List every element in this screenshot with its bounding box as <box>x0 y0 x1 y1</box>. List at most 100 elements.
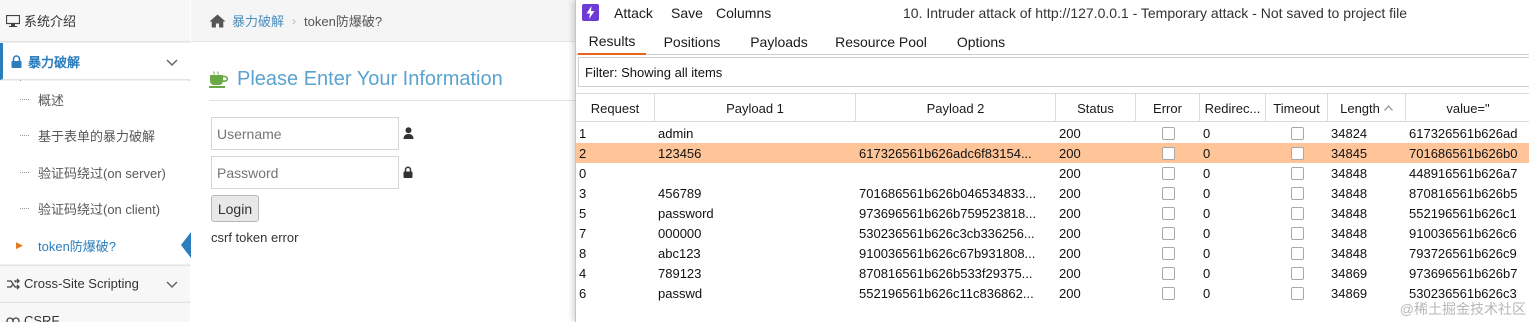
cell-value: 973696561b626b7 <box>1409 265 1518 281</box>
error-checkbox[interactable] <box>1161 146 1175 160</box>
chevron-down-icon <box>166 55 178 70</box>
menu-save[interactable]: Save <box>671 5 703 21</box>
cell-timeout[interactable] <box>1266 143 1328 163</box>
tab-resource-pool[interactable]: Resource Pool <box>828 28 934 55</box>
sidebar-subitem-form-bruteforce[interactable]: 基于表单的暴力破解 <box>0 117 190 154</box>
table-row[interactable]: 3 456789 701686561b626b046534833... 200 0 348… <box>576 183 1529 203</box>
cell-length: 34848 <box>1331 165 1368 181</box>
error-checkbox[interactable] <box>1161 206 1175 220</box>
sidebar-subitem-overview[interactable]: 概述 <box>0 81 190 118</box>
burp-logo-icon <box>582 4 599 21</box>
sidebar-subitem-token[interactable]: ▶ token防爆破? <box>0 227 191 264</box>
lock-icon <box>403 166 413 178</box>
tab-positions[interactable]: Positions <box>654 28 730 55</box>
cell-error[interactable] <box>1136 143 1200 163</box>
cell-error[interactable] <box>1136 243 1200 263</box>
column-header-value[interactable]: value=" <box>1406 94 1529 122</box>
cell-error[interactable] <box>1136 123 1200 143</box>
timeout-checkbox[interactable] <box>1290 146 1304 160</box>
sidebar-item-xss[interactable]: Cross-Site Scripting <box>0 265 190 301</box>
column-header-request[interactable]: Request <box>576 94 655 122</box>
tab-payloads[interactable]: Payloads <box>742 28 816 55</box>
error-checkbox[interactable] <box>1161 246 1175 260</box>
cell-timeout[interactable] <box>1266 243 1328 263</box>
timeout-checkbox[interactable] <box>1290 206 1304 220</box>
cell-redirect: 0 <box>1203 285 1211 301</box>
cell-length: 34848 <box>1331 185 1368 201</box>
timeout-checkbox[interactable] <box>1290 266 1304 280</box>
timeout-checkbox[interactable] <box>1290 246 1304 260</box>
error-checkbox[interactable] <box>1161 286 1175 300</box>
table-row[interactable]: 8 abc123 910036561b626c67b931808... 200 0 348… <box>576 243 1529 263</box>
cell-error[interactable] <box>1136 183 1200 203</box>
timeout-checkbox[interactable] <box>1290 186 1304 200</box>
breadcrumb-link[interactable]: 暴力破解 <box>232 11 284 30</box>
home-icon[interactable] <box>209 14 226 28</box>
sidebar-item-csrf-label: CSRF <box>24 313 60 322</box>
column-header-payload1[interactable]: Payload 1 <box>655 94 856 122</box>
cell-timeout[interactable] <box>1266 263 1328 283</box>
column-header-redirect[interactable]: Redirec... <box>1200 94 1266 122</box>
sidebar-subitem-captcha-server[interactable]: 验证码绕过(on server) <box>0 154 190 191</box>
cell-payload1: 000000 <box>658 225 702 241</box>
tab-results[interactable]: Results <box>578 28 646 55</box>
tab-options[interactable]: Options <box>948 28 1014 55</box>
cell-length: 34848 <box>1331 225 1368 241</box>
menu-columns[interactable]: Columns <box>716 5 771 21</box>
cell-timeout[interactable] <box>1266 123 1328 143</box>
table-row[interactable]: 2 123456 617326561b626adc6f83154... 200 0 348… <box>576 143 1529 163</box>
cell-redirect: 0 <box>1203 245 1211 261</box>
sidebar-subitem-label: token防爆破? <box>38 239 117 254</box>
menu-attack[interactable]: Attack <box>614 5 653 21</box>
cell-timeout[interactable] <box>1266 183 1328 203</box>
cell-timeout[interactable] <box>1266 283 1328 303</box>
column-header-status[interactable]: Status <box>1056 94 1136 122</box>
table-row[interactable]: 6 passwd 552196561b626c11c836862... 200 0 348… <box>576 283 1529 303</box>
username-input[interactable] <box>211 117 399 150</box>
cell-timeout[interactable] <box>1266 223 1328 243</box>
cell-error[interactable] <box>1136 163 1200 183</box>
table-row[interactable]: 4 789123 870816561b626b533f29375... 200 0 348… <box>576 263 1529 283</box>
column-header-timeout[interactable]: Timeout <box>1266 94 1328 122</box>
error-checkbox[interactable] <box>1161 266 1175 280</box>
cell-status: 200 <box>1059 145 1081 161</box>
window-title: 10. Intruder attack of http://127.0.0.1 … <box>903 5 1407 21</box>
timeout-checkbox[interactable] <box>1290 226 1304 240</box>
sidebar-subitem-label: 基于表单的暴力破解 <box>38 129 156 144</box>
error-message: csrf token error <box>211 230 299 245</box>
breadcrumb-separator: › <box>292 13 297 28</box>
sidebar-subitem-captcha-client[interactable]: 验证码绕过(on client) <box>0 190 190 227</box>
sidebar-subitem-label: 验证码绕过(on server) <box>38 166 166 181</box>
cell-request: 2 <box>579 145 587 161</box>
table-row[interactable]: 1 admin 200 0 34824 617326561b626ad <box>576 123 1529 143</box>
timeout-checkbox[interactable] <box>1290 166 1304 180</box>
error-checkbox[interactable] <box>1161 226 1175 240</box>
login-button[interactable]: Login <box>211 195 259 222</box>
sidebar-item-csrf[interactable]: CSRF <box>0 302 190 322</box>
column-header-error[interactable]: Error <box>1136 94 1200 122</box>
sidebar-item-intro[interactable]: 系统介绍 <box>0 0 190 42</box>
cell-timeout[interactable] <box>1266 203 1328 223</box>
table-row[interactable]: 5 password 973696561b626b759523818... 200 0 3… <box>576 203 1529 223</box>
filter-bar[interactable]: Filter: Showing all items <box>578 57 1529 87</box>
timeout-checkbox[interactable] <box>1290 286 1304 300</box>
cell-payload1: password <box>658 205 714 221</box>
timeout-checkbox[interactable] <box>1290 126 1304 140</box>
cell-timeout[interactable] <box>1266 163 1328 183</box>
error-checkbox[interactable] <box>1161 126 1175 140</box>
table-row[interactable]: 0 200 0 34848 448916561b626a7 <box>576 163 1529 183</box>
error-checkbox[interactable] <box>1161 186 1175 200</box>
active-indicator <box>181 232 191 258</box>
divider <box>209 100 575 101</box>
column-header-length[interactable]: Length <box>1328 94 1406 122</box>
cell-error[interactable] <box>1136 223 1200 243</box>
cell-error[interactable] <box>1136 203 1200 223</box>
table-row[interactable]: 7 000000 530236561b626c3cb336256... 200 0 348… <box>576 223 1529 243</box>
sidebar-section-bruteforce[interactable]: 暴力破解 <box>0 43 190 80</box>
cell-payload1: abc123 <box>658 245 701 261</box>
cell-error[interactable] <box>1136 263 1200 283</box>
error-checkbox[interactable] <box>1161 166 1175 180</box>
cell-error[interactable] <box>1136 283 1200 303</box>
password-input[interactable] <box>211 156 399 189</box>
column-header-payload2[interactable]: Payload 2 <box>856 94 1056 122</box>
